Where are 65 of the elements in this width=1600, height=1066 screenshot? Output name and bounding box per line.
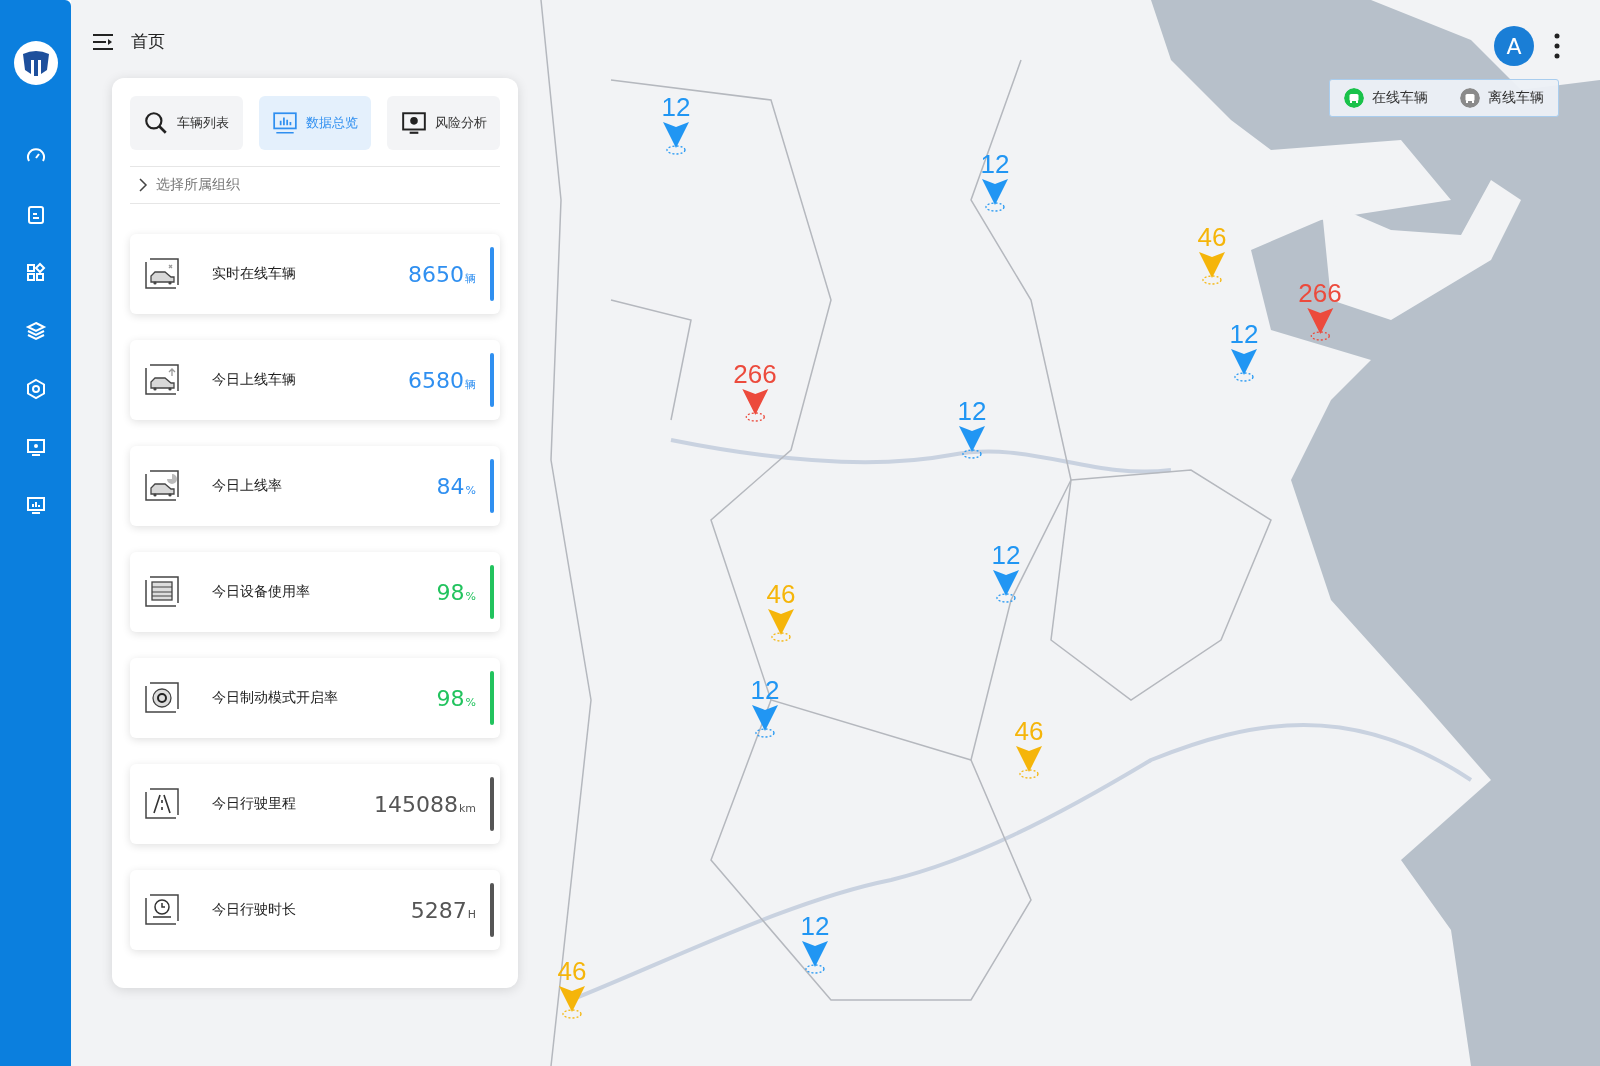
page-title: 首页 [131, 30, 165, 53]
stat-label: 今日制动模式开启率 [212, 689, 339, 707]
stat-label: 今日上线车辆 [212, 371, 297, 389]
marker-count: 46 [1197, 224, 1227, 250]
chart-icon [272, 110, 298, 136]
list-icon [142, 574, 182, 610]
map-pin-icon[interactable] [766, 607, 796, 643]
menu-icon[interactable] [91, 31, 115, 52]
logo-icon[interactable] [12, 40, 59, 86]
stat-value: 5287 H [410, 897, 476, 923]
hexagon-icon[interactable] [24, 378, 47, 400]
stat-value: 145088 km [373, 791, 476, 817]
map-pin-icon[interactable] [661, 120, 691, 156]
stat-label: 今日设备使用率 [212, 583, 311, 601]
car-icon [142, 256, 182, 292]
road-icon [142, 786, 182, 822]
chevron-right-icon [138, 178, 148, 192]
legend-label: 在线车辆 [1372, 89, 1428, 107]
marker-count: 12 [800, 913, 830, 939]
map-pin-icon[interactable] [557, 984, 587, 1020]
stat-value: 84% [436, 473, 476, 499]
stat-value: 98% [436, 579, 476, 605]
map-pin-icon[interactable] [750, 703, 780, 739]
layers-icon[interactable] [24, 320, 47, 342]
marker-count: 12 [750, 677, 780, 703]
car-upload-icon [142, 362, 182, 398]
marker-count: 12 [1229, 321, 1259, 347]
marker-count: 266 [1298, 280, 1342, 306]
marker-count: 46 [766, 581, 796, 607]
marker-count: 12 [957, 398, 987, 424]
chart-icon[interactable] [24, 494, 47, 516]
clock-icon [142, 892, 182, 928]
map-pin-icon[interactable] [1229, 347, 1259, 383]
marker-count: 12 [991, 542, 1021, 568]
map-pin-icon[interactable] [957, 424, 987, 460]
organization-selector[interactable]: 选择所属组织 [130, 166, 500, 204]
stat-value: 6580辆 [408, 367, 476, 393]
stat-label: 今日行驶里程 [212, 795, 297, 813]
marker-count: 266 [733, 361, 777, 387]
monitor-icon[interactable] [24, 436, 47, 458]
stat-label: 今日行驶时长 [212, 901, 297, 919]
marker-count: 12 [661, 94, 691, 120]
more-icon[interactable] [1554, 33, 1560, 59]
stat-value: 98% [436, 685, 476, 711]
brake-disc-icon [142, 680, 182, 716]
stat-value: 8650辆 [408, 261, 476, 287]
map-pin-icon[interactable] [740, 387, 770, 423]
map-pin-icon[interactable] [800, 939, 830, 975]
apps-icon[interactable] [24, 262, 47, 284]
marker-count: 46 [1014, 718, 1044, 744]
map-pin-icon[interactable] [1305, 306, 1335, 342]
monitor-icon [400, 110, 427, 136]
stat-label: 今日上线率 [212, 477, 283, 495]
car-pie-icon [142, 468, 182, 504]
panel-tab[interactable]: 车辆列表 [130, 96, 243, 150]
map-pin-icon[interactable] [991, 568, 1021, 604]
panel-tab[interactable]: 风险分析 [387, 96, 500, 150]
legend-label: 离线车辆 [1488, 89, 1544, 107]
marker-count: 12 [980, 151, 1010, 177]
panel-tab[interactable]: 数据总览 [258, 96, 372, 150]
marker-count: 46 [557, 958, 587, 984]
map-pin-icon[interactable] [1197, 250, 1227, 286]
map-pin-icon[interactable] [980, 177, 1010, 213]
stat-label: 实时在线车辆 [212, 265, 297, 283]
map-pin-icon[interactable] [1014, 744, 1044, 780]
